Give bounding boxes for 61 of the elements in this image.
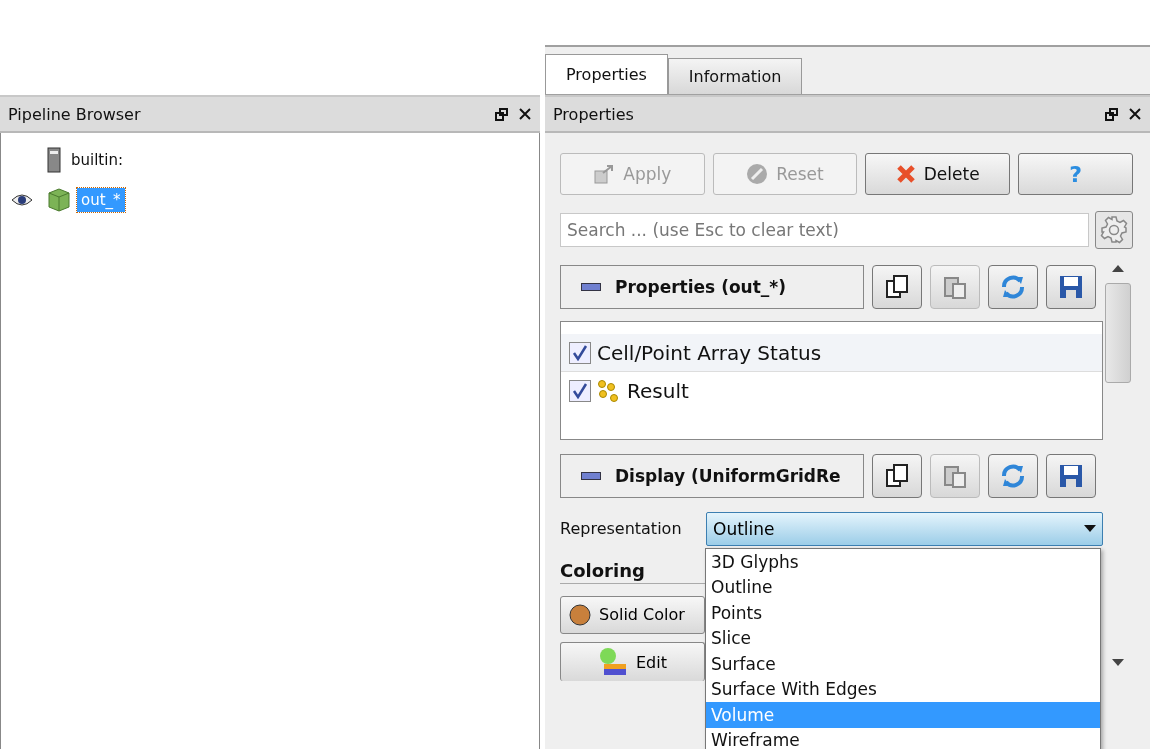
menu-option[interactable]: Surface With Edges: [706, 676, 1100, 702]
save-button[interactable]: [1046, 453, 1096, 498]
undock-icon[interactable]: [495, 107, 508, 121]
section-header[interactable]: Display (UniformGridRe: [560, 453, 864, 498]
menu-option[interactable]: Surface: [706, 651, 1100, 677]
section-title: Display (UniformGridRe: [615, 465, 841, 486]
save-button[interactable]: [1046, 265, 1096, 309]
copy-button[interactable]: [872, 453, 922, 498]
delete-icon: [895, 164, 916, 184]
reload-button[interactable]: [988, 453, 1038, 498]
reload-button[interactable]: [988, 265, 1038, 309]
delete-button[interactable]: Delete: [865, 153, 1010, 195]
cube-icon: [47, 187, 71, 213]
array-name: Cell/Point Array Status: [597, 340, 822, 365]
panel-title: Properties: [553, 104, 635, 124]
menu-option[interactable]: 3D Glyphs: [706, 549, 1100, 575]
tab[interactable]: Properties: [545, 54, 668, 94]
section-title: Properties (out_*): [615, 277, 786, 297]
eye-icon[interactable]: [11, 193, 33, 207]
section-header[interactable]: Properties (out_*): [560, 265, 864, 309]
scroll-up-icon[interactable]: [1112, 265, 1124, 273]
color-swatch-icon: [569, 603, 591, 626]
tree-item[interactable]: builtin:: [67, 148, 127, 172]
color-map-icon: [598, 647, 628, 678]
checkbox[interactable]: [569, 341, 591, 364]
paste-button[interactable]: [930, 453, 980, 498]
scroll-down-icon[interactable]: [1112, 659, 1124, 667]
dropdown-arrow-icon: [1084, 524, 1096, 533]
settings-button[interactable]: [1095, 211, 1133, 249]
copy-button[interactable]: [872, 265, 922, 309]
copy-icon: [884, 462, 910, 489]
tab[interactable]: Information: [667, 58, 803, 94]
field-label: Representation: [560, 519, 683, 538]
checkbox[interactable]: [569, 380, 591, 402]
save-icon: [1058, 462, 1084, 489]
menu-option[interactable]: Wireframe: [706, 727, 1100, 749]
close-icon[interactable]: [518, 107, 532, 121]
search-field[interactable]: Search ... (use Esc to clear text): [560, 213, 1089, 247]
collapse-icon[interactable]: [581, 471, 601, 480]
save-icon: [1058, 274, 1084, 300]
paste-button[interactable]: [930, 265, 980, 309]
undock-icon[interactable]: [1105, 107, 1118, 121]
section-title: Coloring: [560, 559, 645, 581]
array-name: Result: [627, 379, 689, 403]
solid-color-button[interactable]: Solid Color: [560, 595, 705, 635]
reload-icon: [999, 461, 1027, 490]
edit-button[interactable]: Edit: [560, 642, 705, 681]
copy-icon: [884, 274, 910, 300]
close-icon[interactable]: [1128, 107, 1142, 121]
computer-tower-icon: [47, 147, 61, 173]
menu-option[interactable]: Slice: [706, 625, 1100, 651]
panel-title: Pipeline Browser: [8, 104, 142, 124]
reload-icon: [999, 273, 1027, 301]
reset-icon: [746, 163, 769, 185]
menu-option[interactable]: Points: [706, 600, 1100, 626]
point-data-icon: [597, 379, 621, 403]
paste-icon: [942, 274, 968, 300]
scrollbar-thumb[interactable]: [1105, 283, 1131, 383]
apply-icon: [593, 163, 616, 185]
representation-dropdown[interactable]: Outline: [706, 511, 1103, 546]
menu-option[interactable]: Outline: [706, 574, 1100, 600]
